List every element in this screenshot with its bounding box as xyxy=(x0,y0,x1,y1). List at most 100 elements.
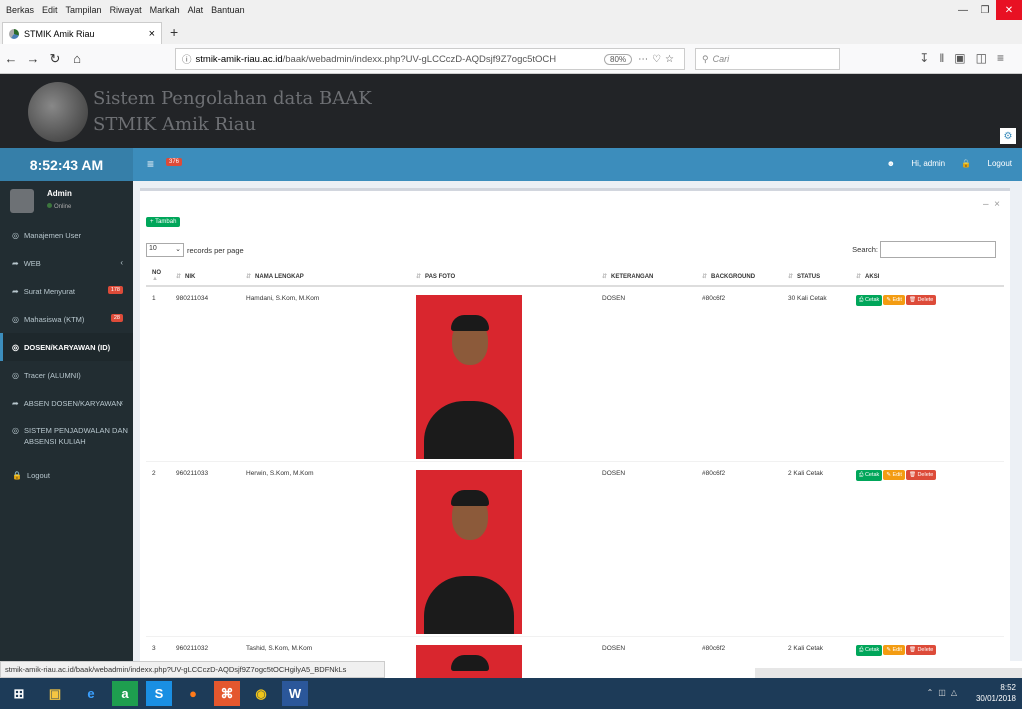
zoom-level[interactable]: 80% xyxy=(604,53,633,65)
logout-label: Logout xyxy=(987,159,1012,168)
search-input[interactable] xyxy=(880,241,996,258)
menu-toggle-icon[interactable]: ≡ xyxy=(147,157,154,171)
new-tab-icon[interactable]: + xyxy=(170,24,178,40)
sidebar-item-manajemen-user[interactable]: ◎ Manajemen User xyxy=(0,221,133,249)
sidebar-item-web[interactable]: ➦ WEB ‹ xyxy=(0,249,133,277)
add-button[interactable]: + Tambah xyxy=(146,217,181,227)
system-tray-icons[interactable]: ⌃◫△ xyxy=(927,688,962,697)
tab-close-icon[interactable]: × xyxy=(149,28,155,40)
page-actions-icon[interactable]: ⋯♡☆ xyxy=(638,54,678,65)
print-label: Cetak xyxy=(864,471,880,478)
trash-icon: 🗑 xyxy=(908,471,916,478)
col-keterangan-label: KETERANGAN xyxy=(611,273,654,280)
col-aksi[interactable]: ⇵ AKSI xyxy=(850,267,1004,287)
url-bar[interactable]: ⓘ stmik-amik-riau.ac.id /baak/webadmin/i… xyxy=(175,48,685,70)
edit-button[interactable]: ✎ Edit xyxy=(883,295,905,305)
minimize-icon[interactable]: — xyxy=(952,0,974,20)
store-icon[interactable]: a xyxy=(112,681,138,706)
print-label: Cetak xyxy=(864,646,880,653)
col-nik[interactable]: ⇵ NIK xyxy=(170,267,240,287)
edit-button[interactable]: ✎ Edit xyxy=(883,644,905,655)
col-nama[interactable]: ⇵ NAMA LENGKAP xyxy=(240,267,410,287)
menu-berkas[interactable]: Berkas xyxy=(6,5,34,15)
table-search: Search: xyxy=(852,241,996,258)
home-icon[interactable]: ⌂ xyxy=(66,51,88,66)
logout-link[interactable]: 🔒 Logout xyxy=(961,159,1012,168)
xampp-icon[interactable]: ⌘ xyxy=(214,681,240,706)
records-per-page: 10 ⌄ records per page xyxy=(146,243,244,257)
maximize-icon[interactable]: ❐ xyxy=(974,0,996,20)
col-foto[interactable]: ⇵ PAS FOTO xyxy=(410,267,596,287)
site-banner: Sistem Pengolahan data BAAK STMIK Amik R… xyxy=(0,74,1022,148)
menu-riwayat[interactable]: Riwayat xyxy=(110,5,142,15)
forward-icon[interactable]: → xyxy=(22,51,44,66)
cell-status: 30 Kali Cetak xyxy=(782,285,850,461)
delete-button[interactable]: 🗑 Delete xyxy=(905,644,937,655)
sidebar-item-dosen[interactable]: ◎ DOSEN/KARYAWAN (ID) xyxy=(0,333,133,361)
system-clock[interactable]: 8:52 30/01/2018 xyxy=(976,682,1016,704)
print-button[interactable]: ⎙ Cetak xyxy=(856,295,883,306)
main-content: – × + Tambah 10 ⌄ records per page Search… xyxy=(133,181,1022,685)
edit-button[interactable]: ✎ Edit xyxy=(883,469,905,480)
delete-button[interactable]: 🗑 Delete xyxy=(905,469,937,480)
menu-markah[interactable]: Markah xyxy=(150,5,180,15)
col-status[interactable]: ⇵ STATUS xyxy=(782,267,850,287)
user-panel: Admin Online xyxy=(0,181,133,221)
cell-nama: Hamdani, S.Kom, M.Kom xyxy=(240,285,410,461)
sidebar-item-absen[interactable]: ➦ ABSEN DOSEN/KARYAWAN ‹ xyxy=(0,389,133,417)
url-path: /baak/webadmin/indexx.php?UV-gLCCczD-AQD… xyxy=(282,53,557,65)
notification-badge[interactable]: 376 xyxy=(166,158,183,166)
delete-label: Delete xyxy=(917,471,934,478)
sidebar-item-mahasiswa[interactable]: ◎ Mahasiswa (KTM) 28 xyxy=(0,305,133,333)
skype-icon[interactable]: S xyxy=(146,681,172,706)
sort-icon: ⇵ xyxy=(602,273,608,280)
user-menu[interactable]: ☻ Hi, admin xyxy=(887,159,945,168)
table-header-row: NO ▲ ⇵ NIK ⇵ NAMA LENGKAP ⇵ PAS FOTO ⇵ KETER… xyxy=(146,267,1004,287)
close-icon[interactable]: ✕ xyxy=(996,0,1022,20)
cell-no: 1 xyxy=(146,285,170,461)
file-explorer-icon[interactable]: ▣ xyxy=(42,681,68,706)
box-tools: – × xyxy=(983,199,1000,210)
collapse-icon[interactable]: – xyxy=(983,199,989,210)
cell-keterangan: DOSEN xyxy=(596,285,696,461)
word-icon[interactable]: W xyxy=(282,681,308,706)
reload-icon[interactable]: ↻ xyxy=(44,51,66,67)
windows-start-icon[interactable]: ⊞ xyxy=(6,681,32,706)
cell-nama: Herwin, S.Kom, M.Kom xyxy=(240,460,410,636)
sidebar-item-surat[interactable]: ➦ Surat Menyurat 178 xyxy=(0,277,133,305)
remove-icon[interactable]: × xyxy=(994,199,1000,210)
cell-nik: 960211033 xyxy=(170,460,240,636)
sidebar-item-label: ABSEN DOSEN/KARYAWAN xyxy=(23,398,122,408)
col-background[interactable]: ⇵ BACKGROUND xyxy=(696,267,782,287)
toolbar-icons[interactable]: ↧‖▣◫≡ xyxy=(919,51,1014,65)
records-per-page-select[interactable]: 10 ⌄ xyxy=(146,243,184,257)
avatar xyxy=(10,189,34,213)
sidebar-item-tracer[interactable]: ◎ Tracer (ALUMNI) xyxy=(0,361,133,389)
menu-alat[interactable]: Alat xyxy=(188,5,204,15)
sidebar-item-label: Mahasiswa (KTM) xyxy=(23,314,85,324)
sidebar-item-logout[interactable]: 🔒 Logout xyxy=(0,461,133,489)
edge-browser-icon[interactable]: e xyxy=(78,681,104,706)
search-bar[interactable]: ⚲ Cari xyxy=(695,48,840,70)
menu-tampilan[interactable]: Tampilan xyxy=(66,5,102,15)
gear-icon[interactable]: ⚙ xyxy=(1000,128,1016,144)
sidebar-item-label: Tracer (ALUMNI) xyxy=(23,370,81,380)
info-icon: ⓘ xyxy=(182,55,192,66)
firefox-icon[interactable]: ● xyxy=(180,681,206,706)
print-button[interactable]: ⎙ Cetak xyxy=(856,644,883,656)
menu-bantuan[interactable]: Bantuan xyxy=(211,5,245,15)
col-keterangan[interactable]: ⇵ KETERANGAN xyxy=(596,267,696,287)
horizontal-scrollbar[interactable] xyxy=(755,668,1022,678)
cell-aksi: ⎙ Cetak ✎ Edit 🗑 Delete xyxy=(850,285,1004,461)
sidebar-item-penjadwalan[interactable]: ◎ SISTEM PENJADWALAN DAN ABSENSI KULIAH xyxy=(0,417,133,461)
back-icon[interactable]: ← xyxy=(0,51,22,66)
print-button[interactable]: ⎙ Cetak xyxy=(856,469,883,481)
chrome-icon[interactable]: ◉ xyxy=(248,681,274,706)
sort-icon: ⇵ xyxy=(702,273,708,280)
col-foto-label: PAS FOTO xyxy=(425,273,456,280)
browser-tab[interactable]: STMIK Amik Riau × xyxy=(2,22,162,44)
menu-edit[interactable]: Edit xyxy=(42,5,58,15)
delete-button[interactable]: 🗑 Delete xyxy=(905,295,937,305)
col-no[interactable]: NO ▲ xyxy=(146,267,170,287)
logo xyxy=(28,82,88,142)
